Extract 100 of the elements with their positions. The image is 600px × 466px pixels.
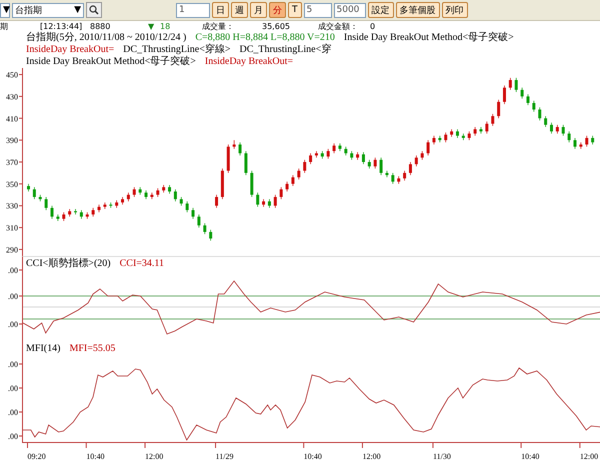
symbol-dropdown[interactable]: 台指期 ▼ bbox=[12, 2, 84, 18]
dropdown[interactable]: ▼ bbox=[0, 2, 10, 18]
action-button[interactable]: 列印 bbox=[442, 2, 468, 18]
candlestick bbox=[274, 194, 277, 208]
axis-label: .00 bbox=[8, 320, 18, 329]
axis-label: .00 bbox=[8, 292, 18, 301]
candlestick bbox=[262, 198, 266, 208]
candlestick bbox=[408, 162, 412, 176]
candlestick bbox=[532, 100, 536, 112]
candlestick bbox=[385, 170, 388, 178]
legend-text: Inside Day BreakOut Method<母子突破> bbox=[344, 32, 514, 44]
candlestick bbox=[174, 188, 177, 202]
axis-label: 11/29 bbox=[216, 452, 234, 461]
candlestick bbox=[250, 170, 254, 198]
axis-label: 10:40 bbox=[304, 452, 322, 461]
candlestick bbox=[132, 186, 136, 198]
candlestick bbox=[50, 205, 54, 220]
axis-label: .00 bbox=[8, 432, 18, 441]
candlestick bbox=[502, 85, 506, 104]
candlestick bbox=[238, 142, 242, 156]
axis-label: 12:00 bbox=[145, 452, 164, 461]
candlestick bbox=[280, 186, 283, 200]
candlestick bbox=[380, 157, 383, 176]
interval-button[interactable]: 月 bbox=[250, 2, 267, 18]
candlestick bbox=[286, 181, 289, 192]
candlestick bbox=[403, 170, 406, 181]
candlestick bbox=[485, 121, 488, 134]
candlestick bbox=[568, 131, 571, 143]
candlestick bbox=[362, 152, 365, 165]
candlestick bbox=[562, 124, 565, 136]
candlestick bbox=[192, 208, 195, 220]
axis-label: 370 bbox=[6, 158, 18, 167]
axis-label: 12:00 bbox=[580, 452, 598, 461]
interval-button[interactable]: T bbox=[288, 2, 302, 18]
axis-label: 290 bbox=[6, 245, 18, 254]
search-button[interactable] bbox=[86, 2, 102, 18]
candlestick bbox=[98, 204, 101, 213]
legend-text: MFI(14) bbox=[26, 343, 60, 355]
candlestick bbox=[526, 94, 530, 106]
interval-button[interactable]: 分 bbox=[269, 2, 286, 18]
candlestick bbox=[573, 138, 576, 150]
candlestick bbox=[450, 128, 454, 138]
count-spinner[interactable]: 1 bbox=[176, 2, 210, 18]
axis-label: 350 bbox=[6, 180, 18, 189]
candlestick bbox=[150, 192, 154, 200]
candlestick bbox=[356, 152, 360, 160]
bars-spinner[interactable]: 5000 bbox=[334, 2, 366, 18]
axis-label: .00 bbox=[8, 360, 18, 369]
interval-button[interactable]: 日 bbox=[212, 2, 229, 18]
volume-label: 成交量： bbox=[202, 21, 235, 32]
candlestick bbox=[550, 122, 553, 134]
candlestick bbox=[491, 114, 494, 126]
volume-value: 35,605 bbox=[262, 22, 291, 31]
axis-label: 330 bbox=[6, 202, 18, 211]
axis-label: 12:00 bbox=[362, 452, 381, 461]
legend-text: CCI<順勢指標>(20) bbox=[26, 258, 111, 270]
amount-value: 0 bbox=[370, 22, 376, 31]
action-button[interactable]: 多筆個股 bbox=[396, 2, 440, 18]
symbol-name: 期 bbox=[0, 21, 9, 32]
axis-label: .00 bbox=[8, 266, 18, 275]
axis-label: 10:40 bbox=[86, 452, 104, 461]
down-arrow: ▼ bbox=[148, 22, 156, 31]
candlestick bbox=[444, 132, 448, 143]
legend-text: CCI=34.11 bbox=[120, 258, 164, 270]
candlestick bbox=[508, 77, 512, 90]
candlestick bbox=[497, 99, 500, 119]
candlestick bbox=[520, 87, 524, 99]
interval-button[interactable]: 週 bbox=[231, 2, 248, 18]
axis-label: 11/30 bbox=[432, 452, 451, 461]
candlestick bbox=[414, 155, 418, 167]
candlestick bbox=[203, 222, 206, 234]
action-button[interactable]: 設定 bbox=[368, 2, 394, 18]
candlestick bbox=[291, 174, 294, 186]
candlestick bbox=[303, 159, 306, 174]
axis-label: .00 bbox=[8, 384, 18, 393]
candlestick bbox=[244, 150, 248, 176]
legend-text: Inside Day BreakOut Method<母子突破> bbox=[26, 56, 196, 68]
candlestick bbox=[32, 186, 36, 200]
axis-label: 430 bbox=[6, 92, 18, 102]
candlestick bbox=[74, 208, 78, 215]
axis-label: 450 bbox=[6, 70, 18, 80]
candlestick bbox=[256, 192, 260, 208]
axis-label: 10:40 bbox=[521, 452, 540, 461]
candlestick bbox=[538, 107, 542, 121]
axis-label: 09:20 bbox=[28, 452, 46, 461]
quote-price: 8880 bbox=[90, 22, 112, 31]
candlestick bbox=[514, 77, 518, 92]
legend-text: InsideDay BreakOut= bbox=[26, 44, 114, 56]
minutes-dropdown[interactable]: 5 bbox=[304, 2, 332, 18]
axis-label: .00 bbox=[8, 408, 18, 417]
legend-text: C=8,880 H=8,884 L=8,880 V=210 bbox=[195, 32, 335, 44]
quote-change: 18 bbox=[160, 22, 172, 31]
legend-text: InsideDay BreakOut= bbox=[204, 56, 293, 68]
candlestick bbox=[44, 196, 48, 210]
legend-text: 台指期(5分, 2010/11/08 ~ 2010/12/24 ) bbox=[26, 32, 186, 44]
search-icon bbox=[89, 5, 99, 15]
amount-label: 成交金額： bbox=[318, 21, 359, 32]
legend-text: MFI=55.05 bbox=[69, 343, 116, 355]
candlestick bbox=[326, 148, 330, 160]
axis-label: 410 bbox=[6, 114, 18, 124]
